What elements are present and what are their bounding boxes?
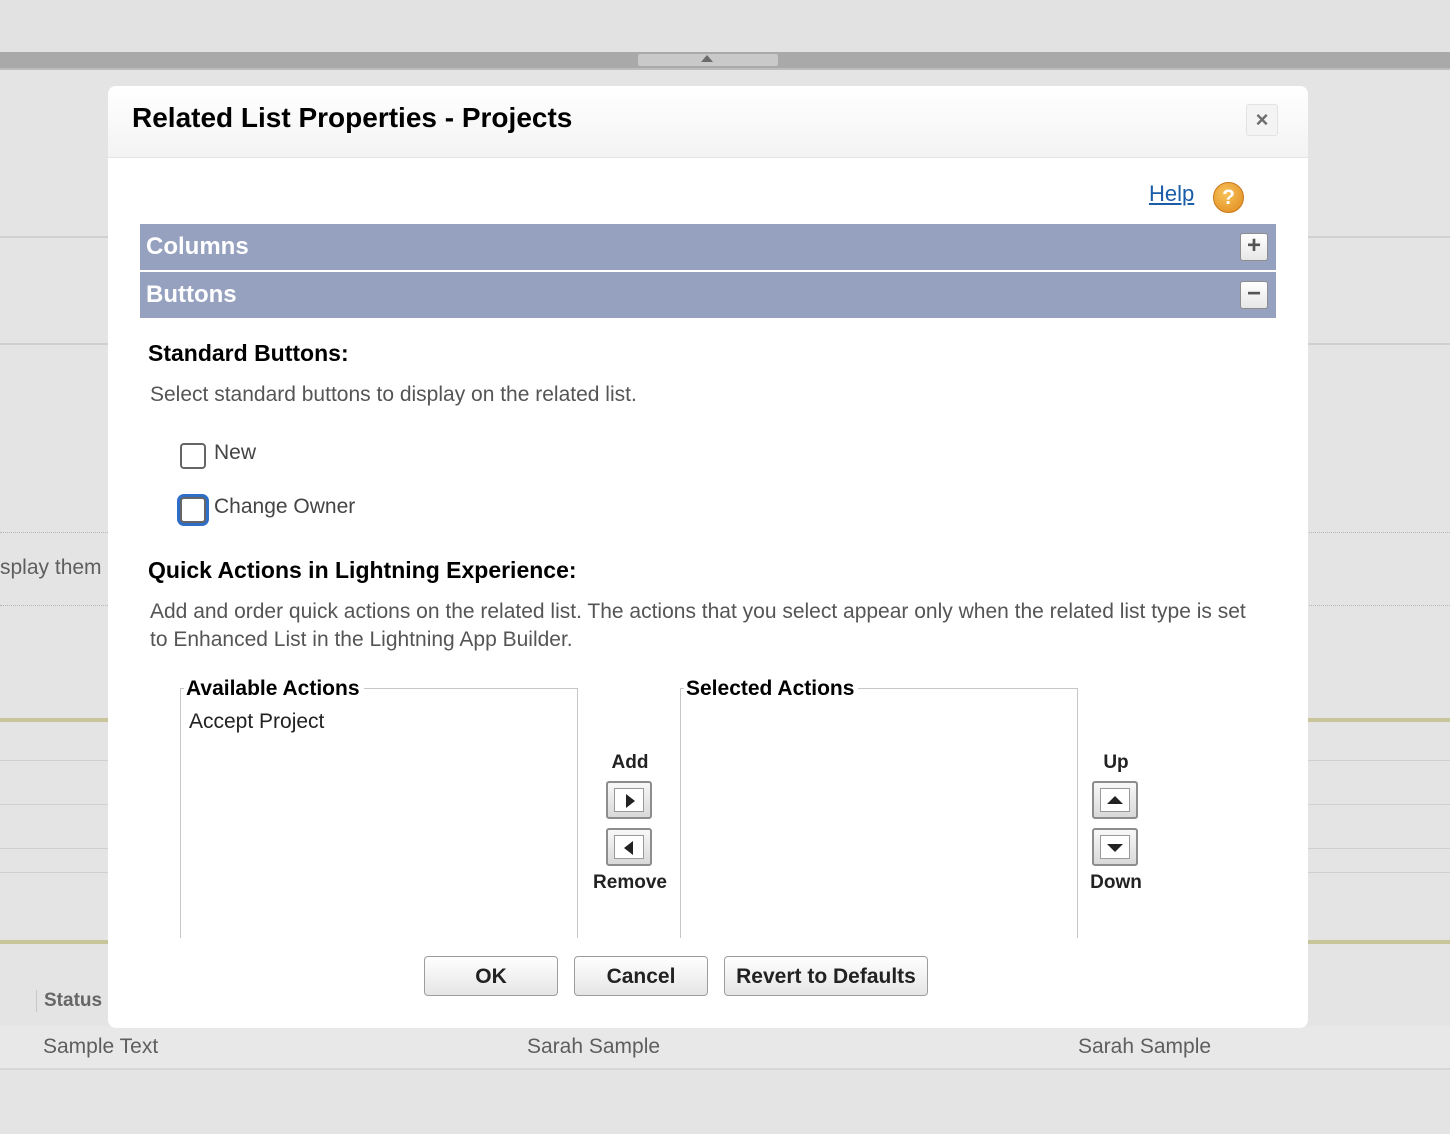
help-link[interactable]: Help	[1149, 181, 1194, 207]
cancel-button[interactable]: Cancel	[574, 956, 708, 996]
ok-button[interactable]: OK	[424, 956, 558, 996]
standard-buttons-description: Select standard buttons to display on th…	[150, 383, 637, 406]
close-button[interactable]: ×	[1246, 104, 1278, 136]
background-top-bar	[0, 0, 1450, 52]
quick-actions-description: Add and order quick actions on the relat…	[150, 600, 1246, 651]
background-partial-text: splay them	[0, 556, 102, 579]
move-up-button[interactable]	[1092, 781, 1138, 819]
list-item[interactable]: Accept Project	[189, 710, 324, 734]
add-label: Add	[611, 752, 649, 773]
section-columns[interactable]: Columns +	[140, 224, 1276, 270]
revert-to-defaults-button[interactable]: Revert to Defaults	[724, 956, 928, 996]
table-cell: Sarah Sample	[1078, 1035, 1212, 1058]
related-list-properties-dialog: Related List Properties - Projects × Hel…	[108, 86, 1308, 1028]
arrow-left-icon	[624, 841, 633, 855]
table-row: Sample Text Sarah Sample Sarah Sample	[0, 1026, 1450, 1070]
remove-button[interactable]	[606, 828, 652, 866]
selected-actions-label: Selected Actions	[684, 677, 859, 701]
change-owner-checkbox-label[interactable]: Change Owner	[214, 495, 355, 519]
help-icon[interactable]: ?	[1213, 182, 1244, 213]
remove-label: Remove	[593, 872, 667, 893]
down-label: Down	[1090, 872, 1142, 893]
change-owner-checkbox[interactable]	[180, 497, 206, 523]
available-actions-list[interactable]: Available Actions Accept Project	[180, 677, 578, 938]
section-buttons[interactable]: Buttons −	[140, 272, 1276, 318]
arrow-down-icon	[1107, 844, 1123, 852]
add-button[interactable]	[606, 781, 652, 819]
table-cell: Sample Text	[43, 1035, 159, 1058]
move-down-button[interactable]	[1092, 828, 1138, 866]
expand-plus-icon[interactable]: +	[1240, 233, 1268, 261]
quick-actions-heading: Quick Actions in Lightning Experience:	[148, 557, 577, 583]
available-actions-label: Available Actions	[184, 677, 364, 701]
dialog-header: Related List Properties - Projects ×	[108, 86, 1308, 158]
up-label: Up	[1103, 752, 1129, 773]
arrow-up-icon	[1107, 796, 1123, 804]
arrow-right-icon	[626, 794, 635, 808]
collapse-up-icon[interactable]	[701, 55, 713, 62]
selected-actions-list[interactable]: Selected Actions	[680, 677, 1078, 938]
section-columns-label: Columns	[146, 233, 249, 260]
background-status-header: Status	[36, 990, 102, 1012]
dialog-title: Related List Properties - Projects	[132, 102, 573, 133]
standard-buttons-heading: Standard Buttons:	[148, 340, 349, 366]
new-checkbox-label[interactable]: New	[214, 441, 256, 465]
section-buttons-label: Buttons	[146, 281, 237, 308]
new-checkbox[interactable]	[180, 443, 206, 469]
collapse-minus-icon[interactable]: −	[1240, 281, 1268, 309]
table-cell: Sarah Sample	[527, 1035, 661, 1058]
